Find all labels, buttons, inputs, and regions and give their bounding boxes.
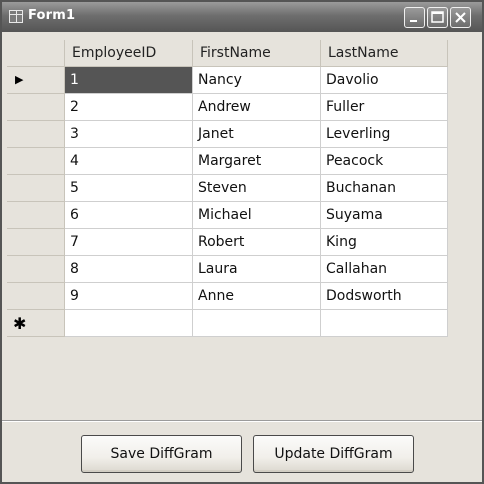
- cell-firstname[interactable]: Nancy: [193, 67, 321, 94]
- maximize-icon: [431, 11, 444, 23]
- form-window: Form1 EmployeeID FirstName LastName ▶ 1 …: [0, 0, 484, 484]
- cell-employeeid[interactable]: 1: [65, 67, 193, 94]
- cell-employeeid[interactable]: 7: [65, 229, 193, 256]
- title-bar[interactable]: Form1: [2, 2, 482, 32]
- table-row[interactable]: 6 Michael Suyama: [7, 202, 448, 229]
- cell-employeeid[interactable]: 4: [65, 148, 193, 175]
- cell-firstname[interactable]: Robert: [193, 229, 321, 256]
- table-row[interactable]: 2 Andrew Fuller: [7, 94, 448, 121]
- cell-employeeid[interactable]: 6: [65, 202, 193, 229]
- save-diffgram-button[interactable]: Save DiffGram: [81, 435, 242, 473]
- cell-lastname[interactable]: Leverling: [321, 121, 448, 148]
- column-header-employeeid[interactable]: EmployeeID: [65, 40, 193, 67]
- new-row[interactable]: ✱: [7, 310, 448, 337]
- row-header[interactable]: ▶: [7, 67, 65, 94]
- employee-data-grid[interactable]: EmployeeID FirstName LastName ▶ 1 Nancy …: [7, 40, 448, 358]
- cell-firstname-new[interactable]: [193, 310, 321, 337]
- cell-lastname[interactable]: Davolio: [321, 67, 448, 94]
- grid-corner-cell[interactable]: [7, 40, 65, 67]
- cell-firstname[interactable]: Margaret: [193, 148, 321, 175]
- minimize-icon: [410, 20, 417, 22]
- column-header-firstname[interactable]: FirstName: [193, 40, 321, 67]
- table-row[interactable]: 5 Steven Buchanan: [7, 175, 448, 202]
- cell-employeeid[interactable]: 8: [65, 256, 193, 283]
- row-header[interactable]: [7, 202, 65, 229]
- cell-lastname-new[interactable]: [321, 310, 448, 337]
- cell-employeeid[interactable]: 3: [65, 121, 193, 148]
- cell-employeeid[interactable]: 2: [65, 94, 193, 121]
- row-header[interactable]: [7, 94, 65, 121]
- cell-lastname[interactable]: Fuller: [321, 94, 448, 121]
- cell-employeeid-new[interactable]: [65, 310, 193, 337]
- column-header-lastname[interactable]: LastName: [321, 40, 448, 67]
- update-diffgram-button[interactable]: Update DiffGram: [253, 435, 414, 473]
- row-header[interactable]: [7, 256, 65, 283]
- close-button[interactable]: [450, 7, 471, 28]
- table-row[interactable]: ▶ 1 Nancy Davolio: [7, 67, 448, 94]
- row-header[interactable]: [7, 175, 65, 202]
- table-row[interactable]: 8 Laura Callahan: [7, 256, 448, 283]
- cell-lastname[interactable]: Dodsworth: [321, 283, 448, 310]
- table-row[interactable]: 7 Robert King: [7, 229, 448, 256]
- divider: [2, 420, 482, 422]
- new-row-asterisk-icon: ✱: [13, 314, 27, 333]
- row-header[interactable]: [7, 148, 65, 175]
- cell-employeeid[interactable]: 9: [65, 283, 193, 310]
- grid-header-row: EmployeeID FirstName LastName: [7, 40, 448, 67]
- table-row[interactable]: 4 Margaret Peacock: [7, 148, 448, 175]
- cell-employeeid[interactable]: 5: [65, 175, 193, 202]
- cell-firstname[interactable]: Janet: [193, 121, 321, 148]
- maximize-button[interactable]: [427, 7, 448, 28]
- row-header[interactable]: ✱: [7, 310, 65, 337]
- current-row-indicator-icon: ▶: [15, 73, 24, 86]
- table-row[interactable]: 9 Anne Dodsworth: [7, 283, 448, 310]
- cell-firstname[interactable]: Steven: [193, 175, 321, 202]
- row-header[interactable]: [7, 229, 65, 256]
- cell-lastname[interactable]: Buchanan: [321, 175, 448, 202]
- row-header[interactable]: [7, 283, 65, 310]
- cell-lastname[interactable]: King: [321, 229, 448, 256]
- minimize-button[interactable]: [404, 7, 425, 28]
- cell-firstname[interactable]: Anne: [193, 283, 321, 310]
- row-header[interactable]: [7, 121, 65, 148]
- cell-lastname[interactable]: Suyama: [321, 202, 448, 229]
- cell-lastname[interactable]: Callahan: [321, 256, 448, 283]
- cell-firstname[interactable]: Andrew: [193, 94, 321, 121]
- cell-firstname[interactable]: Michael: [193, 202, 321, 229]
- table-row[interactable]: 3 Janet Leverling: [7, 121, 448, 148]
- app-icon[interactable]: [9, 10, 23, 23]
- window-title: Form1: [28, 8, 76, 23]
- close-icon: [455, 12, 466, 23]
- cell-lastname[interactable]: Peacock: [321, 148, 448, 175]
- cell-firstname[interactable]: Laura: [193, 256, 321, 283]
